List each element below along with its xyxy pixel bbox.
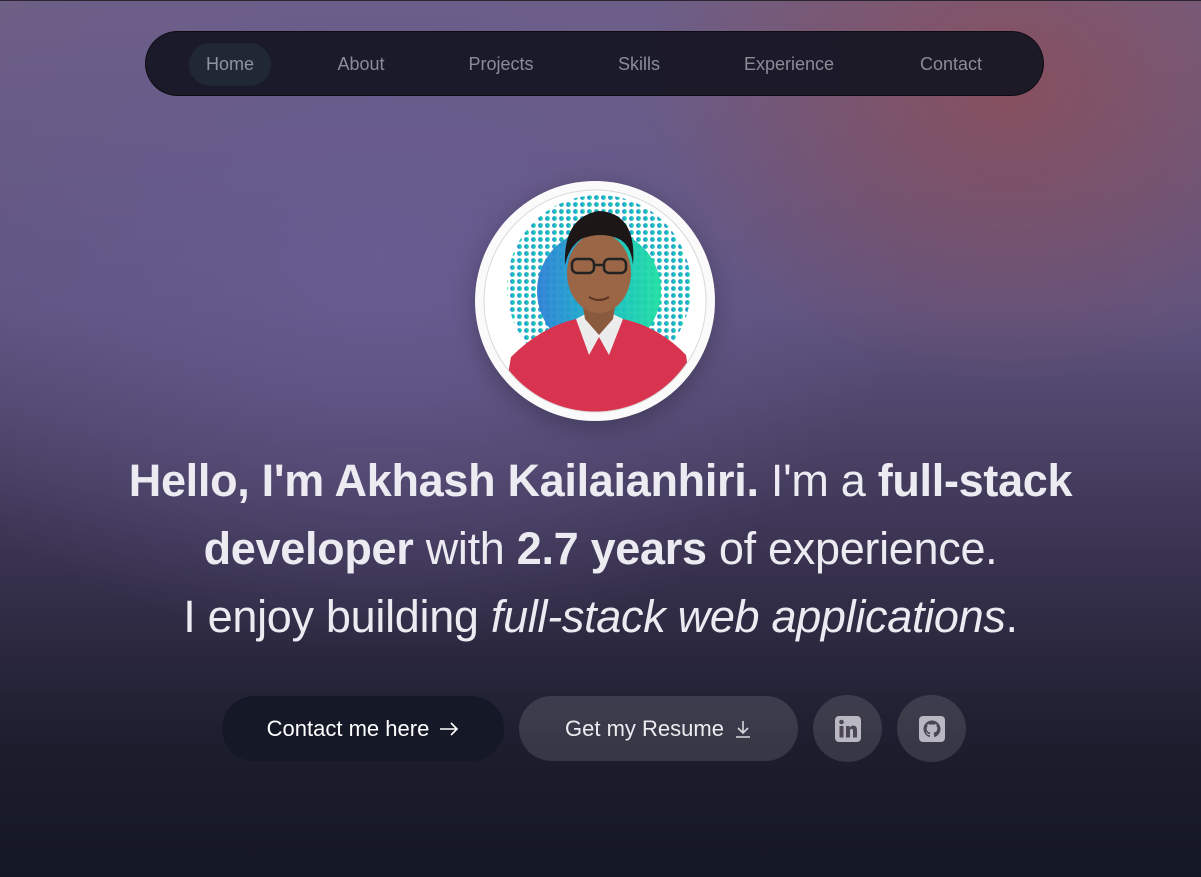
arrow-right-icon: [439, 721, 459, 736]
profile-avatar: [475, 181, 715, 421]
intro-enjoy: I enjoy building: [183, 591, 479, 642]
intro-greeting: Hello, I'm Akhash Kailaianhiri.: [128, 455, 759, 506]
intro-period: .: [1005, 591, 1019, 642]
hero-intro: Hello, I'm Akhash Kailaianhiri. I'm a fu…: [80, 447, 1121, 651]
resume-download-button[interactable]: Get my Resume: [519, 696, 798, 761]
linkedin-button[interactable]: [813, 695, 882, 762]
nav-item-experience[interactable]: Experience: [727, 43, 851, 86]
intro-experience: of experience.: [718, 523, 998, 574]
top-navigation: Home About Projects Skills Experience Co…: [145, 31, 1044, 96]
download-icon: [734, 719, 752, 739]
nav-item-contact[interactable]: Contact: [901, 43, 1001, 86]
nav-item-home[interactable]: Home: [189, 43, 271, 86]
nav-item-skills[interactable]: Skills: [601, 43, 677, 86]
github-icon: [918, 715, 945, 742]
contact-button-label: Contact me here: [266, 715, 430, 741]
nav-item-projects[interactable]: Projects: [451, 43, 551, 86]
nav-item-about[interactable]: About: [321, 43, 401, 86]
intro-years: 2.7 years: [516, 523, 707, 574]
intro-with: with: [425, 523, 505, 574]
resume-button-label: Get my Resume: [565, 715, 724, 741]
window-top-border: [0, 0, 1201, 1]
contact-button[interactable]: Contact me here: [222, 696, 504, 761]
profile-photo-icon: [483, 189, 707, 413]
intro-im-a: I'm a: [770, 455, 866, 506]
linkedin-icon: [834, 715, 861, 742]
intro-focus: full-stack web applications: [490, 591, 1006, 642]
github-button[interactable]: [897, 695, 966, 762]
